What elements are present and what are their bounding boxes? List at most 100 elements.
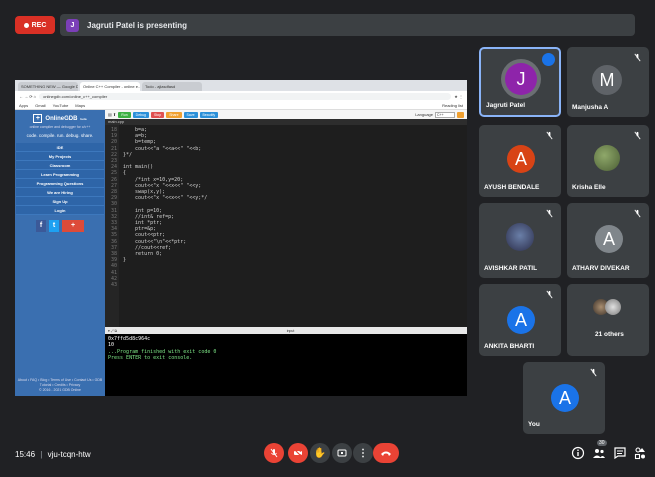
bookmarks-bar: Apps Gmail YouTube Maps Reading list	[15, 101, 467, 110]
info-icon[interactable]	[571, 446, 585, 460]
input-label: input	[286, 328, 295, 333]
bookmark-item: Maps	[75, 102, 86, 108]
chat-icon[interactable]	[613, 446, 627, 460]
profile-photo	[594, 145, 620, 171]
share-plus-icon: +	[62, 220, 84, 232]
presenting-text: Jagruti Patel is presenting	[87, 20, 188, 30]
gdb-nav-item: We are Hiring	[16, 188, 104, 197]
source-code: b=a; a=b; b=temp; cout<<"a "<<a<<" "<<b;…	[119, 125, 467, 327]
browser-tab-active: Online C++ Compiler - online e...	[80, 82, 140, 91]
avatar: A	[595, 225, 623, 253]
participant-tile-jagruti-patel[interactable]: J Jagruti Patel	[479, 47, 561, 117]
mic-off-icon	[590, 368, 597, 377]
others-photo	[605, 299, 621, 315]
participant-tile-atharv-divekar[interactable]: A ATHARV DIVEKAR	[567, 203, 649, 278]
participant-name: ATHARV DIVEKAR	[572, 265, 630, 272]
gdb-tagline: code. compile. run. debug. share.	[26, 133, 94, 138]
avatar: M	[592, 65, 622, 95]
end-call-icon	[381, 451, 391, 456]
participant-tile-others[interactable]: 21 others	[567, 284, 649, 356]
bookmark-item: Reading list	[442, 102, 463, 108]
save-button: Save	[183, 111, 198, 118]
participant-name: Jagruti Patel	[486, 102, 526, 109]
participant-tile-ayush-bendale[interactable]: A AYUSH BENDALE	[479, 125, 561, 197]
mic-off-icon	[634, 53, 641, 62]
debug-button: Debug	[132, 111, 149, 118]
bookmark-item: Gmail	[35, 102, 46, 108]
participant-name: Krisha Elle	[572, 184, 606, 191]
code-editor: 18 19 20 21 22 23 24 25 26 27 28 29 30 3…	[105, 125, 467, 327]
clock: 15:46	[15, 450, 36, 459]
avatar: A	[551, 384, 579, 412]
raise-hand-button[interactable]: ✋	[310, 443, 330, 463]
nav-arrows-icon: ← → ⟳ ⌂	[19, 93, 37, 99]
activities-icon[interactable]	[633, 446, 647, 460]
record-dot-icon	[23, 22, 29, 28]
gdb-subtitle: online compiler and debugger for c/c++	[29, 125, 91, 129]
run-button: Run	[118, 111, 131, 118]
mic-off-icon	[634, 209, 641, 218]
recording-indicator: REC	[15, 16, 55, 34]
io-icons: ▾ ⤢ ⧉	[108, 328, 118, 333]
gdb-nav-item: Learn Programming	[16, 170, 104, 179]
camera-off-icon	[293, 448, 303, 458]
more-vert-icon: ⋮	[358, 447, 368, 459]
meeting-code: vju-tcqn-htw	[47, 450, 91, 459]
gdb-footer-line: © 2016 - 2021 GDB Online	[39, 388, 81, 392]
gdb-nav-item: Programming Questions	[16, 179, 104, 188]
avatar: J	[505, 63, 537, 95]
presenting-banner: J Jagruti Patel is presenting	[60, 14, 635, 36]
bookmark-item: Apps	[19, 102, 29, 108]
console-line: Press ENTER to exit console.	[108, 355, 193, 362]
recording-label: REC	[31, 21, 47, 29]
present-icon	[337, 449, 347, 457]
gdb-nav-item: Sign Up	[16, 197, 104, 206]
onlinegdb-page: + OnlineGDB beta online compiler and deb…	[15, 110, 467, 396]
language-label: Language	[415, 112, 433, 117]
presenter-avatar: J	[66, 18, 79, 32]
participant-tile-ankita-bharti[interactable]: A ANKITA BHARTI	[479, 284, 561, 356]
browser-tab: SOMETHING NEW — Google D...	[18, 82, 78, 91]
participant-tile-avishkar-patil[interactable]: AVISHKAR PATIL	[479, 203, 561, 278]
end-call-button[interactable]	[373, 443, 399, 463]
ide-toolbar: ▤ ⬆ Run Debug Stop Share Save Beautify L…	[105, 110, 467, 119]
participant-tile-manjusha-a[interactable]: M Manjusha A	[567, 47, 649, 117]
social-links: f t +	[36, 220, 84, 232]
present-now-button[interactable]	[332, 443, 352, 463]
camera-toggle-button[interactable]	[288, 443, 308, 463]
participant-name: You	[528, 421, 540, 428]
avatar: A	[507, 145, 535, 173]
twitter-icon: t	[49, 220, 59, 232]
profile-photo	[506, 223, 534, 251]
share-button: Share	[166, 111, 182, 118]
separator: |	[40, 450, 43, 459]
meeting-info: 15:46 | vju-tcqn-htw	[15, 450, 91, 459]
facebook-icon: f	[36, 220, 46, 232]
language-selector: Language C++	[415, 111, 464, 118]
gdb-logo: + OnlineGDB beta	[33, 114, 87, 123]
mic-toggle-button[interactable]	[264, 443, 284, 463]
participant-tile-you[interactable]: A You	[523, 362, 605, 434]
settings-icon	[457, 111, 464, 118]
avatar: A	[507, 306, 535, 334]
participant-name: ANKITA BHARTI	[484, 343, 535, 350]
shared-screen[interactable]: SOMETHING NEW — Google D... Online C++ C…	[15, 80, 467, 396]
people-icon[interactable]	[592, 446, 606, 460]
address-bar: ← → ⟳ ⌂ onlinegdb.com/online_c++_compile…	[15, 91, 467, 101]
gdb-nav-item: Login	[16, 206, 104, 215]
line-numbers: 18 19 20 21 22 23 24 25 26 27 28 29 30 3…	[105, 125, 119, 327]
ide-panel: ▤ ⬆ Run Debug Stop Share Save Beautify L…	[105, 110, 467, 396]
browser-tab: Todo - ajlasdfasd	[142, 82, 202, 91]
bookmark-item: YouTube	[52, 102, 69, 108]
stop-button: Stop	[151, 111, 165, 118]
gdb-nav: IDE My Projects Classroom Learn Programm…	[16, 143, 104, 215]
gdb-nav-item: Classroom	[16, 161, 104, 170]
file-icon: ▤ ⬆	[108, 112, 117, 117]
url-field: onlinegdb.com/online_c++_compiler	[39, 92, 452, 100]
more-options-button[interactable]: ⋮	[353, 443, 373, 463]
console-output: 0x7ffd5d8c964c 10 ...Program finished with…	[105, 334, 467, 396]
io-bar: ▾ ⤢ ⧉ input	[105, 327, 467, 334]
mic-off-icon	[546, 209, 553, 218]
participant-tile-krisha-elle[interactable]: Krisha Elle	[567, 125, 649, 197]
browser-tab-bar: SOMETHING NEW — Google D... Online C++ C…	[15, 80, 467, 91]
